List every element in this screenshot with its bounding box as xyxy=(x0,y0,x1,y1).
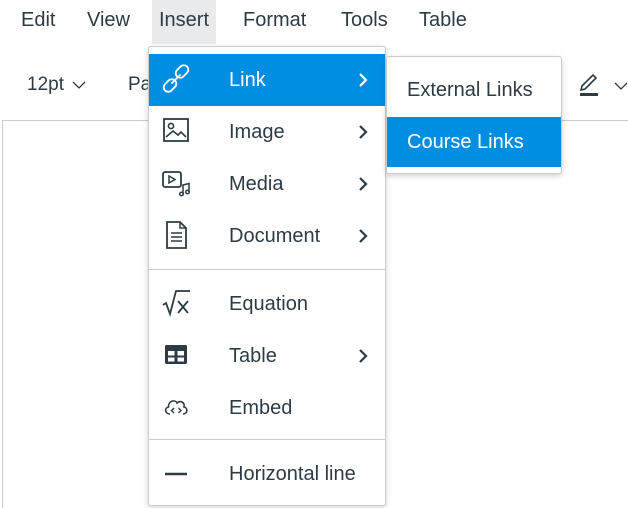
menu-item-horizontal-line[interactable]: Horizontal line xyxy=(149,448,385,500)
menu-tools[interactable]: Tools xyxy=(334,0,395,44)
menu-item-label: Link xyxy=(229,69,266,91)
menu-item-image[interactable]: Image xyxy=(149,106,385,158)
horizontal-line-icon xyxy=(161,458,191,488)
font-size-select[interactable]: 12pt xyxy=(27,74,86,96)
submenu-item-course-links[interactable]: Course Links xyxy=(387,117,561,167)
menu-item-label: Image xyxy=(229,121,285,143)
equation-icon xyxy=(161,288,191,318)
menu-item-media[interactable]: Media xyxy=(149,158,385,210)
document-icon xyxy=(161,220,191,250)
chevron-right-icon xyxy=(355,175,371,193)
table-icon xyxy=(161,340,191,370)
font-size-value: 12pt xyxy=(27,74,64,95)
media-icon xyxy=(161,168,191,198)
menu-view[interactable]: View xyxy=(80,0,137,44)
menu-separator xyxy=(149,439,385,440)
menu-item-embed[interactable]: Embed xyxy=(149,382,385,434)
submenu-item-external-links[interactable]: External Links xyxy=(387,65,561,115)
menu-item-label: Media xyxy=(229,173,284,195)
chevron-down-icon xyxy=(72,74,86,96)
menu-item-document[interactable]: Document xyxy=(149,210,385,262)
image-icon xyxy=(161,116,191,146)
menu-item-link[interactable]: Link xyxy=(149,54,385,106)
menu-item-equation[interactable]: Equation xyxy=(149,278,385,330)
chevron-right-icon xyxy=(355,123,371,141)
menu-item-label: Document xyxy=(229,225,321,247)
insert-menu: Link Image Media Document Equation Table… xyxy=(148,46,386,506)
menu-item-label: Equation xyxy=(229,293,308,315)
menu-item-label: Embed xyxy=(229,397,293,419)
menu-item-table[interactable]: Table xyxy=(149,330,385,382)
menu-item-label: Horizontal line xyxy=(229,463,356,485)
chevron-right-icon xyxy=(355,347,371,365)
menu-table[interactable]: Table xyxy=(412,0,474,44)
menu-format[interactable]: Format xyxy=(236,0,313,44)
chevron-right-icon xyxy=(355,71,371,89)
link-icon xyxy=(161,64,191,94)
highlighter-icon[interactable] xyxy=(578,70,628,100)
menu-separator xyxy=(149,269,385,270)
menu-insert[interactable]: Insert xyxy=(152,0,217,44)
menu-bar: Edit View Insert Format Tools Table xyxy=(0,0,628,44)
embed-icon xyxy=(161,392,191,422)
chevron-right-icon xyxy=(355,227,371,245)
menu-edit[interactable]: Edit xyxy=(14,0,62,44)
link-submenu: External Links Course Links xyxy=(386,56,562,174)
menu-item-label: Table xyxy=(229,345,277,367)
